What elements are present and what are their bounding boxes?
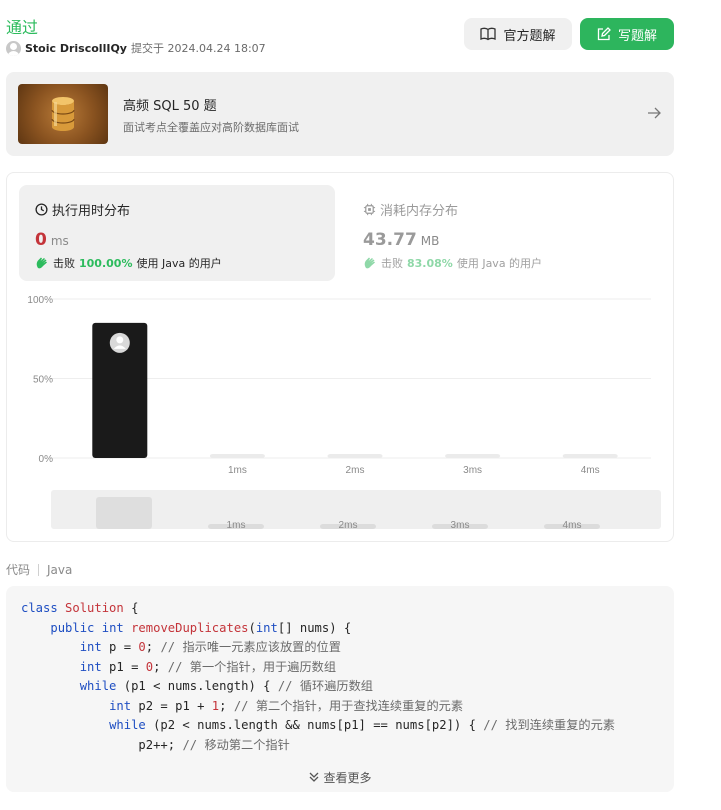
code-line: public int removeDuplicates(int[] nums) … [50, 620, 352, 635]
x-tick-label: 2ms [346, 465, 365, 476]
code-line: int p = 0; // 指示唯一元素应该放置的位置 [79, 640, 341, 654]
chart-bar [327, 454, 383, 458]
code-label: 代码 [6, 563, 31, 577]
chart-bar [445, 454, 501, 458]
code-line: while (p2 < nums.length && nums[p1] == n… [109, 718, 615, 732]
write-solution-label: 写题解 [617, 28, 657, 44]
chart-bar [562, 454, 618, 458]
study-plan-title: 高频 SQL 50 题 [123, 99, 217, 114]
submission-status: 通过 [6, 18, 39, 37]
code-line: int p2 = p1 + 1; // 第二个指针，用于查找连续重复的元素 [109, 698, 464, 713]
show-more-button[interactable]: 查看更多 [6, 762, 674, 792]
official-solution-button[interactable]: 官方题解 [464, 18, 572, 50]
avatar[interactable] [6, 40, 21, 56]
code-language: Java [47, 562, 73, 577]
navigator-tick-label: 3ms [451, 520, 470, 531]
official-solution-label: 官方题解 [503, 28, 556, 44]
x-tick-label: 1ms [228, 465, 247, 476]
chevrons-down-icon [310, 772, 319, 782]
runtime-distribution-chart[interactable]: 100% 50% 0% 1ms 2ms 3ms 4ms 1ms 2ms 3ms 4ms [7, 173, 673, 541]
code-line: p2++; // 移动第二个指针 [21, 737, 290, 752]
chart-bar [209, 454, 265, 458]
database-thumbnail [18, 84, 108, 144]
navigator-tick-label: 2ms [339, 520, 358, 531]
study-plan-card[interactable]: 高频 SQL 50 题 面试考点全覆盖应对高阶数据库面试 [6, 72, 674, 156]
navigator-bar [96, 497, 152, 529]
arrow-right-icon [648, 107, 661, 119]
x-tick-label: 4ms [581, 465, 600, 476]
submission-meta: Stoic DriscollIQy 提交于 2024.04.24 18:07 [6, 40, 266, 56]
navigator-tick-label: 1ms [227, 520, 246, 531]
y-tick-label: 100% [27, 295, 53, 306]
code-content: class Solution { public int removeDuplic… [21, 599, 661, 755]
code-line: while (p1 < nums.length) { // 循环遍历数组 [79, 679, 373, 693]
book-open-icon [480, 27, 497, 41]
avatar-marker-head [116, 336, 124, 344]
database-icon [51, 97, 75, 131]
divider [38, 563, 40, 576]
code-block[interactable]: class Solution { public int removeDuplic… [6, 586, 674, 792]
code-line: int p1 = 0; // 第一个指针，用于遍历数组 [79, 659, 337, 674]
navigator-tick-label: 4ms [563, 520, 582, 531]
performance-panel: 执行用时分布 0 ms 击败 100.00% 使用 Java 的用户 消耗内存分… [6, 172, 674, 542]
code-line: class Solution { [21, 601, 139, 615]
y-tick-label: 50% [33, 375, 53, 386]
x-tick-label: 3ms [463, 465, 482, 476]
y-tick-label: 0% [39, 454, 54, 465]
submitted-time: 提交于 2024.04.24 18:07 [130, 42, 266, 55]
show-more-label: 查看更多 [323, 770, 372, 785]
write-solution-button[interactable]: 写题解 [580, 18, 674, 50]
author-name[interactable]: Stoic DriscollIQy [25, 42, 127, 55]
study-plan-subtitle: 面试考点全覆盖应对高阶数据库面试 [123, 121, 299, 134]
edit-icon [597, 27, 611, 41]
code-header: 代码 Java [6, 561, 72, 578]
